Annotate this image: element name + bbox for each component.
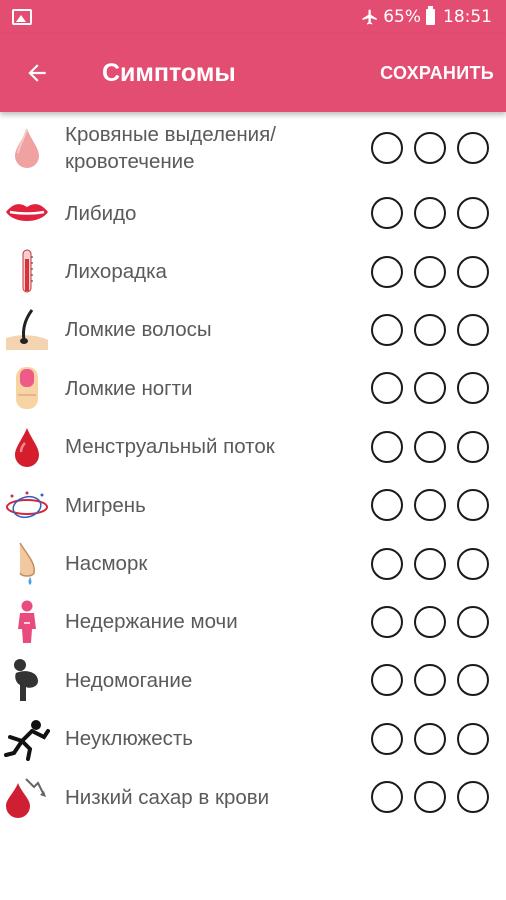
severity-radio-3[interactable]	[457, 605, 489, 638]
severity-radio-1[interactable]	[371, 430, 403, 463]
battery-percent: 65%	[383, 7, 421, 27]
symptom-label: Ломкие ногти	[65, 376, 193, 400]
severity-radio-1[interactable]	[371, 547, 403, 580]
severity-radio-1[interactable]	[371, 664, 403, 697]
symptom-row: Кровяные выделения/ кровотечение	[0, 112, 506, 184]
severity-radio-2[interactable]	[414, 722, 446, 755]
battery-icon	[426, 6, 435, 25]
app-bar: Симптомы СОХРАНИТЬ	[0, 34, 506, 112]
symptom-row: Менструальный поток	[0, 418, 506, 476]
symptom-list: Кровяные выделения/ кровотечение Либидо …	[0, 112, 506, 826]
severity-radio-2[interactable]	[414, 781, 446, 814]
severity-radio-3[interactable]	[457, 430, 489, 463]
arrow-back-icon	[28, 64, 46, 82]
migraine-icon	[4, 482, 50, 528]
back-button[interactable]	[0, 34, 80, 112]
severity-options	[371, 722, 489, 755]
low-blood-sugar-icon	[4, 774, 50, 820]
severity-radio-3[interactable]	[457, 197, 489, 230]
symptom-row: Мигрень	[0, 476, 506, 534]
severity-radio-2[interactable]	[414, 197, 446, 230]
hair-icon	[4, 307, 50, 353]
severity-options	[371, 489, 489, 522]
severity-radio-1[interactable]	[371, 197, 403, 230]
airplane-icon	[362, 9, 377, 25]
image-notification-icon	[12, 9, 32, 25]
severity-radio-3[interactable]	[457, 255, 489, 288]
severity-options	[371, 664, 489, 697]
symptom-row: Либидо	[0, 184, 506, 242]
clock: 18:51	[443, 7, 492, 27]
severity-radio-3[interactable]	[457, 372, 489, 405]
thermometer-icon	[4, 249, 50, 295]
severity-radio-3[interactable]	[457, 547, 489, 580]
severity-options	[371, 430, 489, 463]
severity-options	[371, 132, 489, 164]
lips-icon	[4, 190, 50, 236]
severity-radio-2[interactable]	[414, 430, 446, 463]
symptom-row: Неуклюжесть	[0, 710, 506, 768]
severity-radio-1[interactable]	[371, 781, 403, 814]
symptom-row: Насморк	[0, 534, 506, 592]
symptom-row: Ломкие волосы	[0, 301, 506, 359]
severity-radio-2[interactable]	[414, 372, 446, 405]
runny-nose-icon	[4, 541, 50, 587]
symptom-label: Насморк	[65, 552, 148, 576]
severity-radio-2[interactable]	[414, 313, 446, 346]
severity-radio-2[interactable]	[414, 605, 446, 638]
severity-radio-3[interactable]	[457, 722, 489, 755]
symptom-label: Либидо	[65, 201, 137, 225]
severity-radio-1[interactable]	[371, 372, 403, 405]
clumsiness-icon	[4, 716, 50, 762]
malaise-icon	[4, 657, 50, 703]
page-title: Симптомы	[102, 58, 236, 87]
incontinence-icon	[4, 599, 50, 645]
save-button[interactable]: СОХРАНИТЬ	[370, 63, 506, 84]
severity-radio-1[interactable]	[371, 489, 403, 522]
severity-radio-3[interactable]	[457, 781, 489, 814]
symptom-row: Недержание мочи	[0, 593, 506, 651]
symptom-row: Низкий сахар в крови	[0, 768, 506, 826]
symptom-label: Низкий сахар в крови	[65, 785, 270, 809]
severity-radio-3[interactable]	[457, 132, 489, 164]
severity-options	[371, 781, 489, 814]
severity-options	[371, 547, 489, 580]
severity-radio-2[interactable]	[414, 547, 446, 580]
symptom-label: Недержание мочи	[65, 610, 238, 634]
symptom-label: Недомогание	[65, 668, 193, 692]
severity-options	[371, 313, 489, 346]
severity-options	[371, 605, 489, 638]
severity-radio-1[interactable]	[371, 255, 403, 288]
symptom-label: Мигрень	[65, 493, 146, 517]
severity-radio-1[interactable]	[371, 132, 403, 164]
nail-icon	[4, 365, 50, 411]
symptom-row: Недомогание	[0, 651, 506, 709]
symptom-label: Кровяные выделения/ кровотечение	[65, 123, 276, 173]
symptom-label: Ломкие волосы	[65, 318, 212, 342]
severity-options	[371, 255, 489, 288]
severity-radio-2[interactable]	[414, 489, 446, 522]
symptom-row: Ломкие ногти	[0, 359, 506, 417]
severity-options	[371, 372, 489, 405]
severity-radio-2[interactable]	[414, 664, 446, 697]
severity-radio-1[interactable]	[371, 313, 403, 346]
severity-options	[371, 197, 489, 230]
symptom-label: Менструальный поток	[65, 435, 275, 459]
symptom-row: Лихорадка	[0, 242, 506, 300]
status-bar: 65% 18:51	[0, 0, 506, 34]
severity-radio-3[interactable]	[457, 664, 489, 697]
blood-drop-icon	[4, 424, 50, 470]
symptom-label: Лихорадка	[65, 260, 167, 284]
symptom-label: Неуклюжесть	[65, 727, 193, 751]
severity-radio-1[interactable]	[371, 605, 403, 638]
blood-drop-pale-icon	[4, 125, 50, 171]
severity-radio-3[interactable]	[457, 489, 489, 522]
severity-radio-3[interactable]	[457, 313, 489, 346]
severity-radio-2[interactable]	[414, 255, 446, 288]
severity-radio-2[interactable]	[414, 132, 446, 164]
severity-radio-1[interactable]	[371, 722, 403, 755]
